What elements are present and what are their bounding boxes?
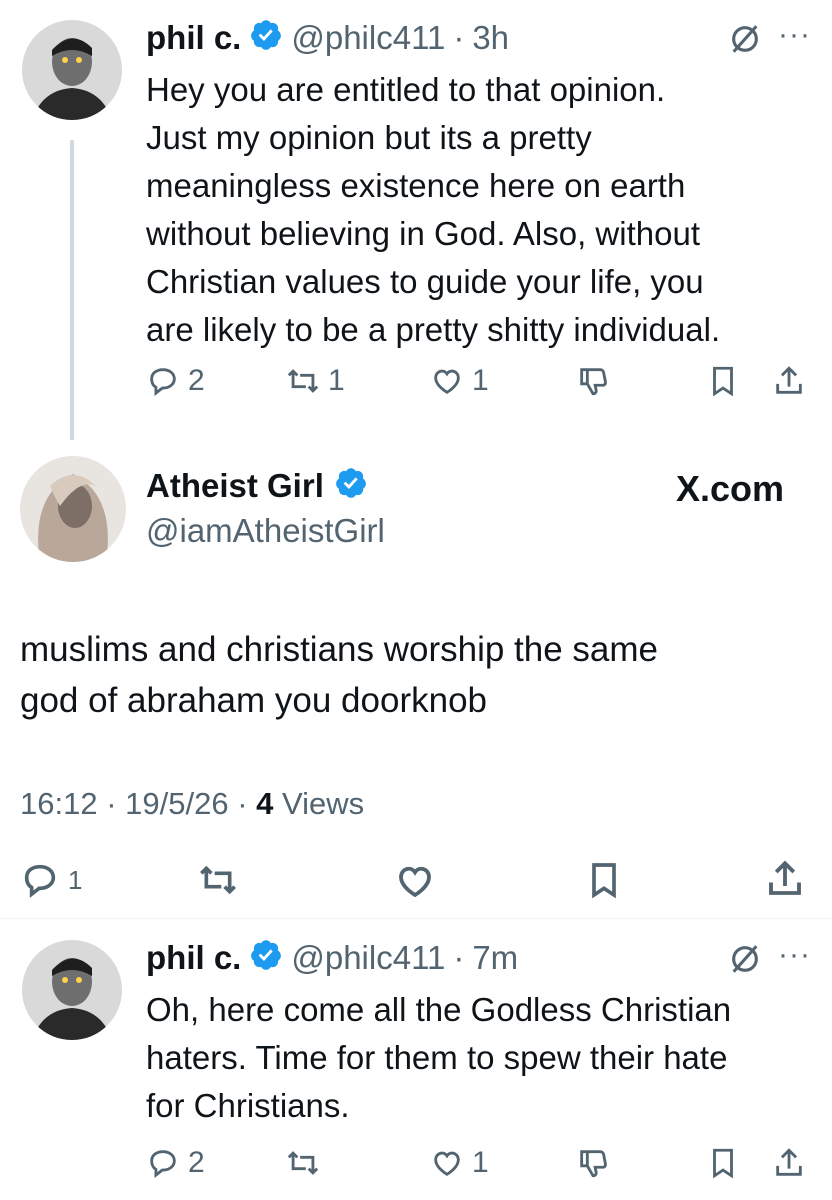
heart-icon: [434, 1151, 460, 1176]
bookmark-button[interactable]: [584, 860, 624, 900]
reply-icon: [150, 368, 176, 396]
xcom-brand: X.com: [676, 468, 785, 509]
author-handle[interactable]: @philc411: [291, 939, 445, 977]
tweet-time[interactable]: 7m: [472, 939, 518, 977]
dislike-button[interactable]: [576, 1146, 610, 1180]
grok-icon[interactable]: [728, 22, 762, 56]
reply-button[interactable]: 2: [146, 1146, 205, 1180]
verified-badge-icon: [249, 938, 283, 977]
separator-dot: ·: [237, 786, 257, 821]
divider: [0, 918, 832, 919]
like-count: 1: [472, 1146, 489, 1179]
reply-count: 1: [68, 864, 83, 895]
separator-dot: ·: [106, 786, 126, 821]
main-tweet-text: muslims and christians worship the same …: [20, 630, 659, 720]
reply-count: 2: [188, 364, 205, 397]
like-button[interactable]: [394, 860, 436, 902]
views-count: 4: [256, 786, 274, 821]
repost-button[interactable]: 1: [286, 364, 345, 398]
share-button[interactable]: [764, 858, 806, 900]
like-button[interactable]: 1: [430, 364, 489, 398]
avatar[interactable]: [22, 940, 122, 1040]
separator-dot: ·: [453, 18, 465, 56]
views-label: Views: [282, 786, 365, 821]
heart-icon: [434, 369, 460, 394]
separator-dot: ·: [453, 938, 465, 976]
thread-connector: [70, 140, 74, 440]
grok-icon[interactable]: [728, 942, 762, 976]
repost-icon: [287, 369, 319, 393]
more-options-icon[interactable]: ···: [778, 18, 811, 52]
share-button[interactable]: [772, 1146, 806, 1180]
verified-badge-icon: [249, 18, 283, 57]
tweet-time[interactable]: 3h: [472, 19, 509, 57]
share-icon: [776, 366, 802, 394]
bookmark-icon: [592, 863, 616, 899]
repost-button[interactable]: [286, 1146, 320, 1180]
reply-icon: [150, 1150, 176, 1178]
main-tweet-meta: 16:12 · 19/5/26 · 4 Views: [20, 786, 364, 822]
like-button[interactable]: 1: [430, 1146, 489, 1180]
share-icon: [776, 1148, 802, 1176]
avatar[interactable]: [22, 20, 122, 120]
heart-icon: [399, 866, 431, 898]
reply-count: 2: [188, 1146, 205, 1179]
tweet3-header: phil c. @philc411 · 7m: [146, 938, 518, 977]
author-name[interactable]: Atheist Girl: [146, 467, 324, 505]
tweet1-header: phil c. @philc411 · 3h: [146, 18, 509, 57]
tweet1-text: Hey you are entitled to that opinion. Ju…: [146, 71, 721, 348]
tweet3-text: Oh, here come all the Godless Christian …: [146, 991, 732, 1124]
reply-button[interactable]: 1: [20, 860, 82, 900]
verified-badge-icon: [334, 466, 368, 505]
thumbs-down-icon: [580, 1150, 607, 1178]
bookmark-button[interactable]: [706, 1146, 740, 1180]
like-count: 1: [472, 364, 489, 397]
author-handle[interactable]: @iamAtheistGirl: [146, 512, 385, 550]
bookmark-icon: [713, 1148, 733, 1179]
author-handle[interactable]: @philc411: [291, 19, 445, 57]
share-button[interactable]: [772, 364, 806, 398]
repost-button[interactable]: [198, 860, 238, 900]
author-name[interactable]: phil c.: [146, 19, 241, 57]
repost-count: 1: [328, 364, 345, 397]
tweet-time[interactable]: 16:12: [20, 786, 98, 821]
main-tweet-header: Atheist Girl: [146, 466, 368, 505]
repost-icon: [287, 1151, 319, 1175]
share-icon: [769, 860, 801, 895]
reply-icon: [24, 864, 56, 898]
repost-icon: [200, 865, 236, 895]
avatar[interactable]: [20, 456, 126, 562]
dislike-button[interactable]: [576, 364, 610, 398]
tweet-date[interactable]: 19/5/26: [125, 786, 228, 821]
more-options-icon[interactable]: ···: [778, 938, 811, 972]
author-name[interactable]: phil c.: [146, 939, 241, 977]
bookmark-icon: [713, 366, 733, 397]
bookmark-button[interactable]: [706, 364, 740, 398]
reply-button[interactable]: 2: [146, 364, 205, 398]
thumbs-down-icon: [580, 368, 607, 396]
